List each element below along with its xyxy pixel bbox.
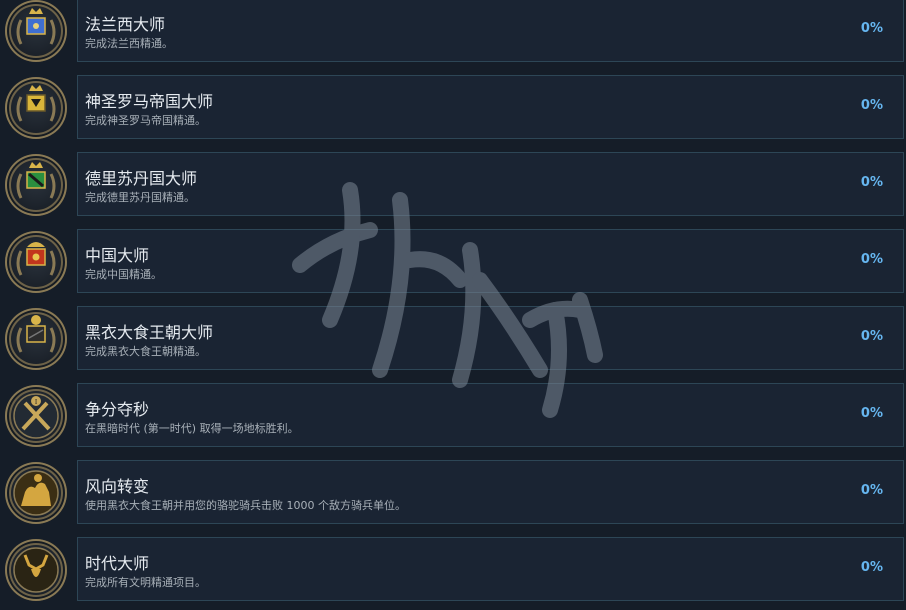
achievement-description: 完成中国精通。 bbox=[85, 268, 162, 281]
china-crest-icon bbox=[5, 231, 67, 293]
achievement-title: 时代大师 bbox=[85, 554, 150, 573]
achievement-card: 时代大师 完成所有文明精通项目。 0% bbox=[77, 537, 904, 601]
achievement-title: 黑衣大食王朝大师 bbox=[85, 323, 214, 342]
achievement-progress: 0% bbox=[860, 252, 883, 267]
achievement-title: 争分夺秒 bbox=[85, 400, 150, 419]
achievement-card: 争分夺秒 在黑暗时代 (第一时代) 取得一场地标胜利。 0% bbox=[77, 383, 904, 447]
delhi-crest-icon bbox=[5, 154, 67, 216]
achievement-title: 风向转变 bbox=[85, 477, 150, 496]
achievement-description: 使用黑衣大食王朝并用您的骆驼骑兵击败 1000 个敌方骑兵单位。 bbox=[85, 499, 406, 512]
achievement-progress: 0% bbox=[860, 329, 883, 344]
achievement-description: 完成黑衣大食王朝精通。 bbox=[85, 345, 206, 358]
achievement-row[interactable]: 风向转变 使用黑衣大食王朝并用您的骆驼骑兵击败 1000 个敌方骑兵单位。 0% bbox=[0, 456, 906, 533]
achievement-list: 法兰西大师 完成法兰西精通。 0% 神圣罗马帝国大师 完成神圣罗马帝国精通。 0… bbox=[0, 0, 906, 610]
achievement-progress: 0% bbox=[860, 483, 883, 498]
achievement-card: 黑衣大食王朝大师 完成黑衣大食王朝精通。 0% bbox=[77, 306, 904, 370]
achievement-progress: 0% bbox=[860, 406, 883, 421]
camel-rider-icon bbox=[5, 462, 67, 524]
achievement-description: 完成法兰西精通。 bbox=[85, 37, 173, 50]
hre-crest-icon bbox=[5, 77, 67, 139]
achievement-title: 中国大师 bbox=[85, 246, 150, 265]
achievement-progress: 0% bbox=[860, 560, 883, 575]
achievement-description: 完成德里苏丹国精通。 bbox=[85, 191, 195, 204]
abbasid-crest-icon bbox=[5, 308, 67, 370]
achievement-row[interactable]: 中国大师 完成中国精通。 0% bbox=[0, 225, 906, 302]
achievement-card: 风向转变 使用黑衣大食王朝并用您的骆驼骑兵击败 1000 个敌方骑兵单位。 0% bbox=[77, 460, 904, 524]
achievement-progress: 0% bbox=[860, 21, 883, 36]
achievement-card: 德里苏丹国大师 完成德里苏丹国精通。 0% bbox=[77, 152, 904, 216]
achievement-row[interactable]: 神圣罗马帝国大师 完成神圣罗马帝国精通。 0% bbox=[0, 71, 906, 148]
achievement-title: 德里苏丹国大师 bbox=[85, 169, 198, 188]
achievement-row[interactable]: 法兰西大师 完成法兰西精通。 0% bbox=[0, 0, 906, 71]
achievement-row[interactable]: 时代大师 完成所有文明精通项目。 0% bbox=[0, 533, 906, 610]
achievement-title: 法兰西大师 bbox=[85, 15, 166, 34]
achievement-description: 在黑暗时代 (第一时代) 取得一场地标胜利。 bbox=[85, 422, 299, 435]
achievement-card: 中国大师 完成中国精通。 0% bbox=[77, 229, 904, 293]
achievement-row[interactable]: 黑衣大食王朝大师 完成黑衣大食王朝精通。 0% bbox=[0, 302, 906, 379]
achievement-row[interactable]: 德里苏丹国大师 完成德里苏丹国精通。 0% bbox=[0, 148, 906, 225]
achievement-progress: 0% bbox=[860, 98, 883, 113]
achievement-title: 神圣罗马帝国大师 bbox=[85, 92, 214, 111]
achievement-card: 法兰西大师 完成法兰西精通。 0% bbox=[77, 0, 904, 62]
antler-crest-icon bbox=[5, 539, 67, 601]
achievement-card: 神圣罗马帝国大师 完成神圣罗马帝国精通。 0% bbox=[77, 75, 904, 139]
france-crest-icon bbox=[5, 0, 67, 62]
crossed-swords-icon: I bbox=[5, 385, 67, 447]
achievement-description: 完成神圣罗马帝国精通。 bbox=[85, 114, 206, 127]
achievement-description: 完成所有文明精通项目。 bbox=[85, 576, 206, 589]
achievement-progress: 0% bbox=[860, 175, 883, 190]
achievement-row[interactable]: I 争分夺秒 在黑暗时代 (第一时代) 取得一场地标胜利。 0% bbox=[0, 379, 906, 456]
